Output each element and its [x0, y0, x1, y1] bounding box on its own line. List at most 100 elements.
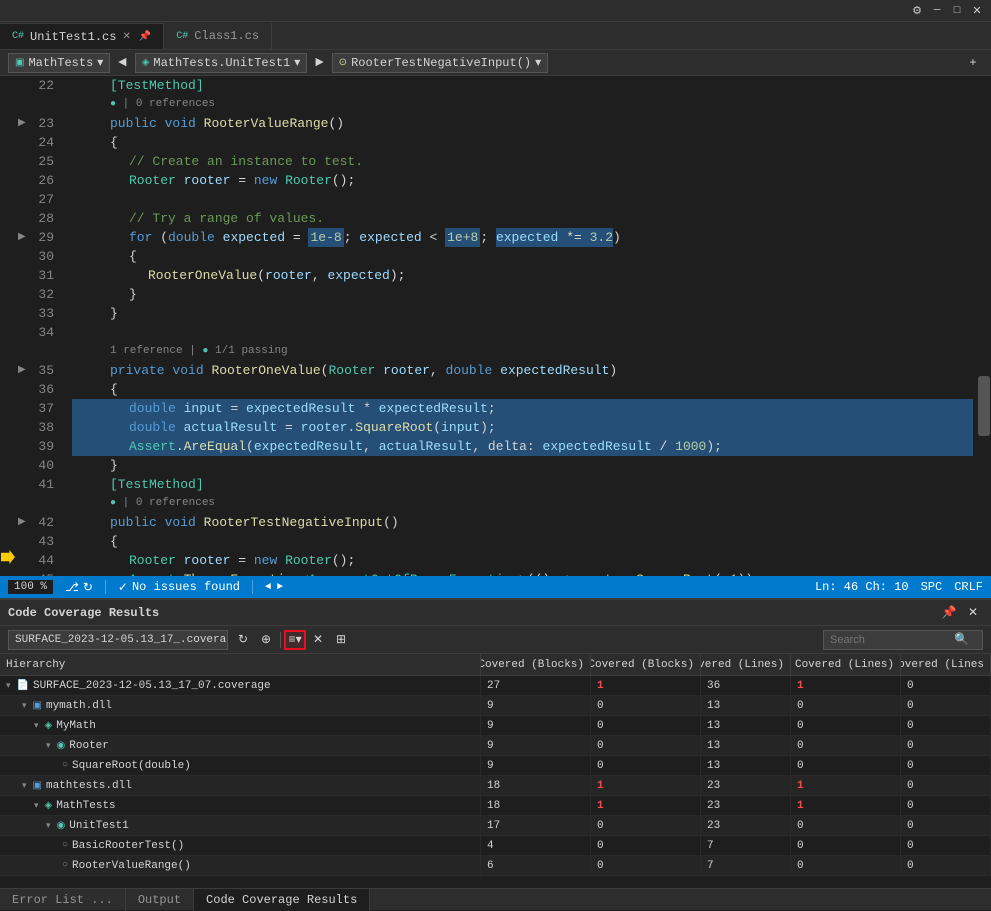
- gutter: [0, 76, 16, 576]
- expand-2[interactable]: ▾: [34, 721, 39, 731]
- code-line-26: Rooter rooter = new Rooter ();: [72, 171, 973, 190]
- close-button[interactable]: ✕: [971, 5, 983, 17]
- cov-cell-hier-8: ○ BasicRooterTest(): [0, 836, 481, 855]
- col-partial-lines[interactable]: Partially Covered (Lines): [791, 654, 901, 675]
- check-icon: ✓: [118, 580, 128, 595]
- coverage-file-dropdown[interactable]: SURFACE_2023-12-05.13_17_.coverage ▾: [8, 630, 228, 650]
- code-line-ref41: ● | 0 references: [72, 494, 973, 513]
- expand-6[interactable]: ▾: [34, 801, 39, 811]
- coverage-table[interactable]: Hierarchy Covered (Blocks) Not Covered (…: [0, 654, 991, 888]
- col-covered-lines[interactable]: Covered (Lines): [701, 654, 791, 675]
- filter-btn[interactable]: ≡▾: [284, 630, 306, 650]
- tab-unittestcs[interactable]: C# UnitTest1.cs ✕ 📌: [0, 23, 164, 49]
- cov-cell-hier-6: ▾ ◈ MathTests: [0, 796, 481, 815]
- expand-0[interactable]: ▾: [6, 681, 11, 691]
- scrollbar-thumb[interactable]: [978, 376, 990, 436]
- coverage-icon-7: ◉: [57, 820, 66, 832]
- code-line-43: {: [72, 532, 973, 551]
- cov-cell-ncb-1: 0: [591, 696, 701, 715]
- dropdown-arrow: ▾: [97, 55, 103, 70]
- label-2: MyMath: [56, 720, 96, 732]
- col-covered-blocks[interactable]: Covered (Blocks): [481, 654, 591, 675]
- cov-cell-ncb-0: 1: [591, 676, 701, 695]
- bottom-tab-coverage[interactable]: Code Coverage Results: [194, 889, 370, 911]
- expand-5[interactable]: ▾: [22, 781, 27, 791]
- ln-31: 31: [16, 266, 60, 285]
- expand-1[interactable]: ▾: [22, 701, 27, 711]
- mathTests-dropdown[interactable]: ▣ MathTests ▾: [8, 53, 110, 73]
- editor-scrollbar[interactable]: [977, 76, 991, 576]
- zoom-item: 100 %: [8, 580, 53, 594]
- search-box[interactable]: 🔍: [823, 630, 983, 650]
- git-item[interactable]: ⎇ ↻: [65, 580, 93, 595]
- cov-row-2[interactable]: ▾ ◈ MyMath 9 0 13 0 0: [0, 716, 991, 736]
- code-line-34: [72, 323, 973, 342]
- code-line-22: [TestMethod]: [72, 76, 973, 95]
- cov-row-3[interactable]: ▾ ◉ Rooter 9 0 13 0 0: [0, 736, 991, 756]
- code-line-35: private void RooterOneValue ( Rooter roo…: [72, 361, 973, 380]
- expand-7[interactable]: ▾: [46, 821, 51, 831]
- ln-33: 33: [16, 304, 60, 323]
- cov-row-1[interactable]: ▾ ▣ mymath.dll 9 0 13 0 0: [0, 696, 991, 716]
- expand-3[interactable]: ▾: [46, 741, 51, 751]
- label-4: SquareRoot(double): [72, 760, 191, 772]
- code-line-29: for ( double expected = 1e-8 ; expected …: [72, 228, 973, 247]
- line-numbers: 22 23 ▶ 24 25 26 27 28 29 ▶ 30 31 32 33 …: [16, 76, 68, 576]
- cov-row-4[interactable]: ○ SquareRoot(double) 9 0 13 0 0: [0, 756, 991, 776]
- method-dropdown[interactable]: ⊙ RooterTestNegativeInput() ▾: [332, 53, 548, 73]
- add-icon[interactable]: +: [963, 53, 983, 73]
- cov-cell-hier-5: ▾ ▣ mathtests.dll: [0, 776, 481, 795]
- code-content[interactable]: [TestMethod] ● | 0 references public voi…: [68, 76, 977, 576]
- no-issues-item[interactable]: ✓ No issues found: [118, 580, 240, 595]
- bottom-tab-error-list[interactable]: Error List ...: [0, 889, 126, 911]
- col-not-covered-blocks[interactable]: Not Covered (Blocks): [591, 654, 701, 675]
- export-btn[interactable]: ⊞: [330, 630, 352, 650]
- delete-btn[interactable]: ✕: [307, 630, 329, 650]
- unitTest1-label: MathTests.UnitTest1: [153, 56, 290, 70]
- cov-row-5[interactable]: ▾ ▣ mathtests.dll 18 1 23 1 0: [0, 776, 991, 796]
- nav-next[interactable]: ►: [315, 55, 323, 71]
- cov-cell-pl-1: 0: [791, 696, 901, 715]
- col-not-covered-lines[interactable]: Not Covered (Lines: [901, 654, 991, 675]
- bottom-tab-output[interactable]: Output: [126, 889, 194, 911]
- unitTest1-dropdown[interactable]: ◈ MathTests.UnitTest1 ▾: [135, 53, 308, 73]
- tab-class1cs[interactable]: C# Class1.cs: [164, 23, 272, 49]
- zoom-level[interactable]: 100 %: [8, 580, 53, 594]
- unitTest-icon: ◈: [142, 57, 150, 69]
- settings-icon[interactable]: ⚙: [911, 5, 923, 17]
- code-line-ref23: ● | 0 references: [72, 95, 973, 114]
- search-input[interactable]: [830, 634, 950, 646]
- toolbar-right: +: [963, 53, 983, 73]
- maximize-button[interactable]: □: [951, 5, 963, 17]
- cov-row-9[interactable]: ○ RooterValueRange() 6 0 7 0 0: [0, 856, 991, 876]
- method-icon-8: ○: [62, 840, 68, 851]
- code-line-37: double input = expectedResult * expected…: [72, 399, 973, 418]
- cov-cell-ncl-1: 0: [901, 696, 991, 715]
- nav-right-icon[interactable]: ►: [277, 582, 283, 593]
- minimize-button[interactable]: ─: [931, 5, 943, 17]
- nav-prev[interactable]: ◄: [118, 55, 126, 71]
- pin-icon[interactable]: 📌: [139, 31, 151, 43]
- tab-close-icon[interactable]: ✕: [122, 31, 130, 43]
- method-label: RooterTestNegativeInput(): [351, 56, 531, 70]
- cov-row-7[interactable]: ▾ ◉ UnitTest1 17 0 23 0 0: [0, 816, 991, 836]
- code-line-24: {: [72, 133, 973, 152]
- panel-close-icon[interactable]: ✕: [963, 603, 983, 623]
- cov-row-0[interactable]: ▾ 📄 SURFACE_2023-12-05.13_17_07.coverage…: [0, 676, 991, 696]
- ln-44: 44: [16, 551, 60, 570]
- cov-row-8[interactable]: ○ BasicRooterTest() 4 0 7 0 0: [0, 836, 991, 856]
- refresh-btn[interactable]: ↻: [232, 630, 254, 650]
- merge-btn[interactable]: ⊕: [255, 630, 277, 650]
- cov-cell-hier-4: ○ SquareRoot(double): [0, 756, 481, 775]
- cov-cell-cl-1: 13: [701, 696, 791, 715]
- label-6: MathTests: [56, 800, 115, 812]
- cov-row-6[interactable]: ▾ ◈ MathTests 18 1 23 1 0: [0, 796, 991, 816]
- toolbar-row: ▣ MathTests ▾ ◄ ◈ MathTests.UnitTest1 ▾ …: [0, 50, 991, 76]
- file-icon-0: 📄: [17, 680, 29, 692]
- ln-43: 43: [16, 532, 60, 551]
- nav-left-icon[interactable]: ◄: [265, 582, 271, 593]
- label-7: UnitTest1: [69, 820, 128, 832]
- col-hierarchy[interactable]: Hierarchy: [0, 654, 481, 675]
- panel-pin-icon[interactable]: 📌: [939, 603, 959, 623]
- no-issues-text: No issues found: [132, 580, 240, 594]
